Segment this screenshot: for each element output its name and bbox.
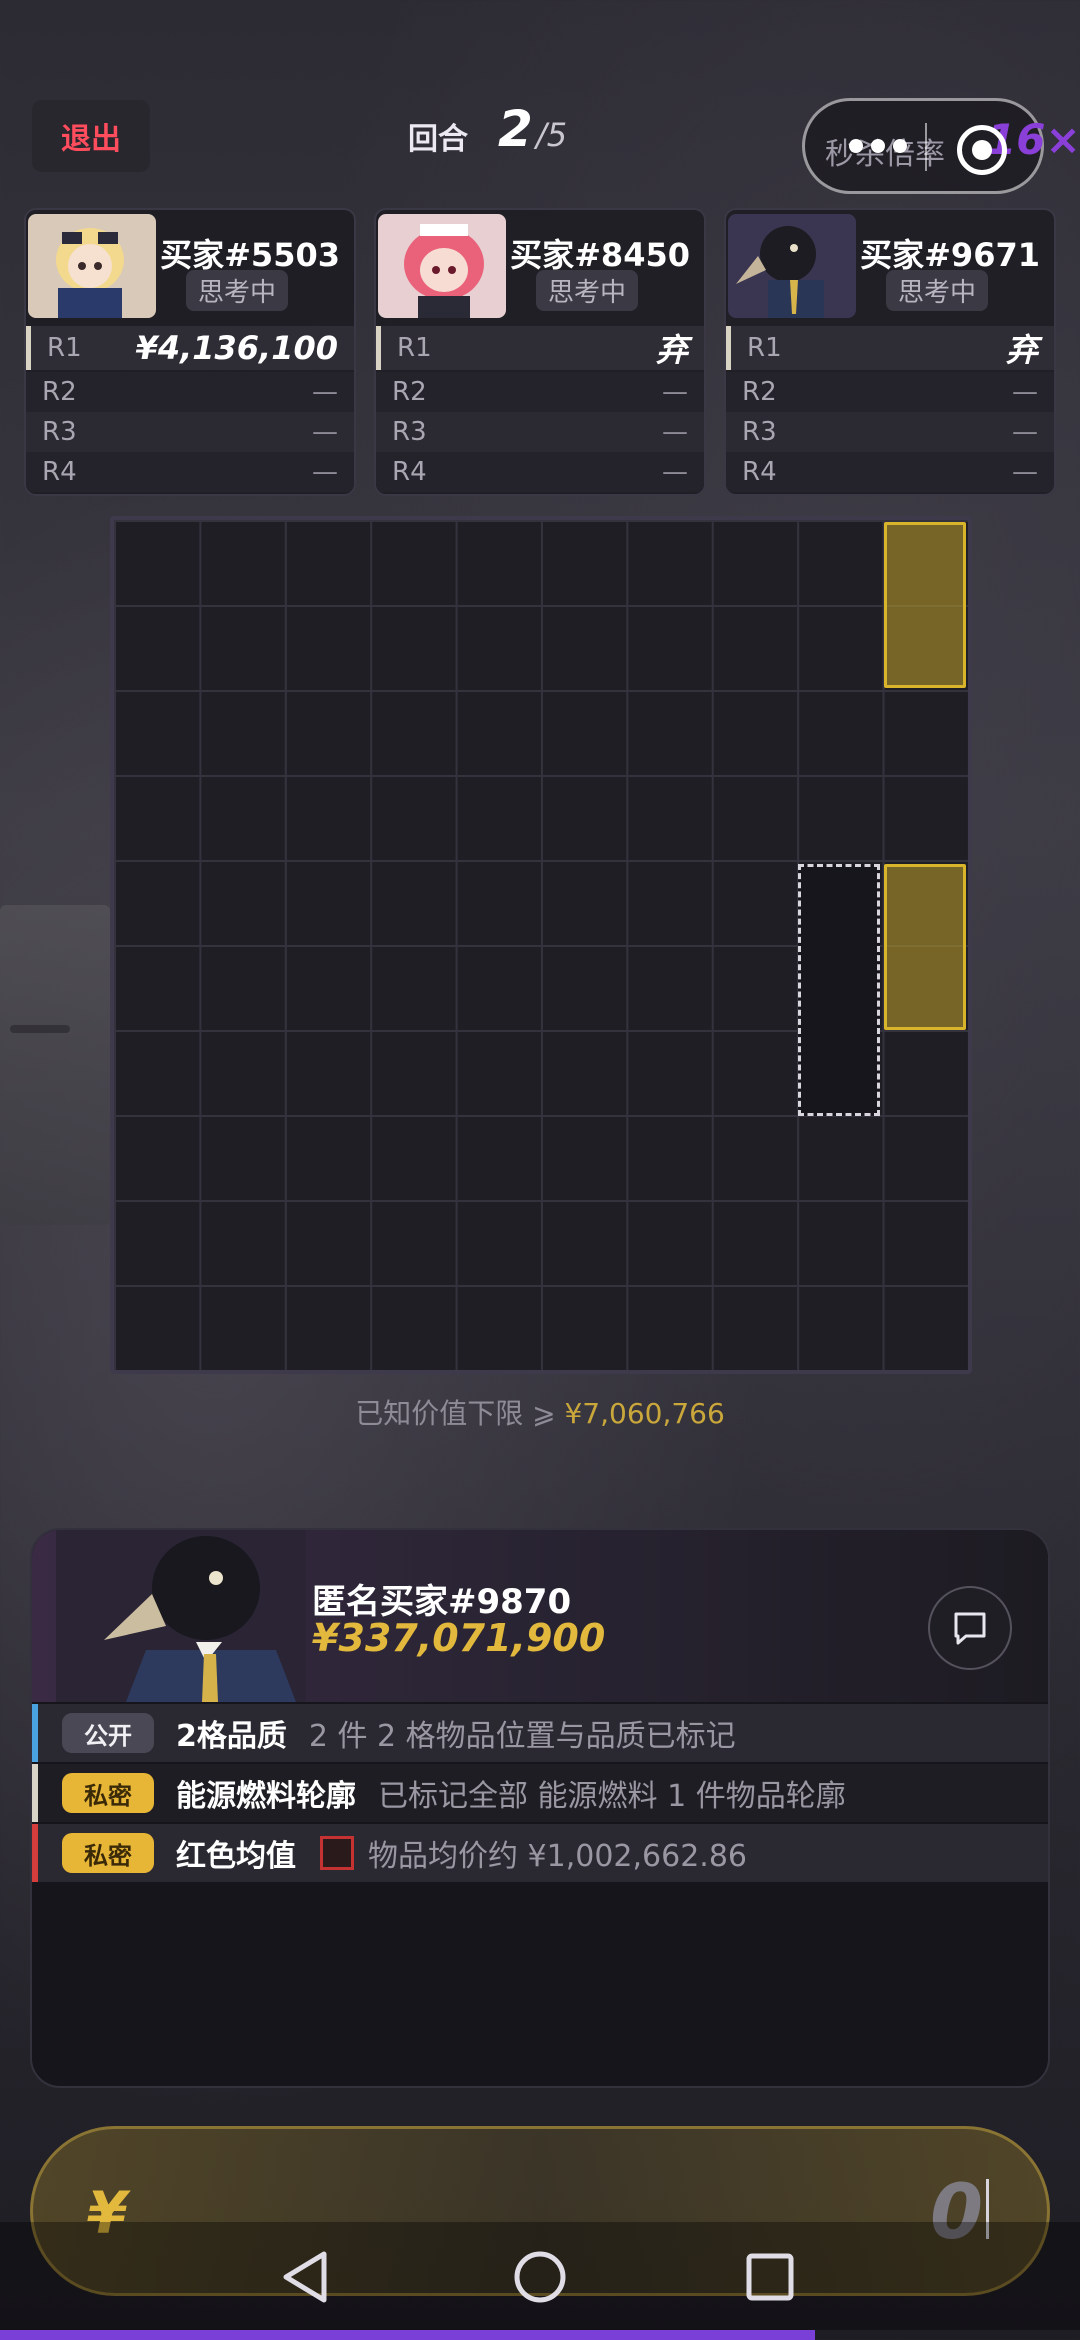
bid-row: R3 — [376, 412, 704, 452]
marked-item-gold[interactable] [884, 864, 966, 1030]
bid-value: 弃 [655, 331, 688, 369]
info-title: 2格品质 [176, 1719, 287, 1754]
badge-private: 私密 [62, 1773, 154, 1813]
exit-button[interactable]: 退出 [32, 100, 150, 172]
progress-strip [0, 2330, 815, 2340]
item-outline-dashed[interactable] [798, 864, 880, 1116]
round-total: /5 [536, 116, 568, 154]
round-tag: R3 [392, 417, 427, 447]
kill-rate-widget[interactable]: 秒杀倍率 16× [802, 98, 1080, 194]
bid-row: R2 — [376, 372, 704, 412]
round-tag: R2 [42, 377, 77, 407]
info-row-private: 私密 红色均值 物品均价约 ¥1,002,662.86 [32, 1824, 1048, 1882]
recent-apps-icon[interactable] [735, 2242, 805, 2312]
info-desc: 已标记全部 能源燃料 1 件物品轮廓 [378, 1779, 846, 1814]
chat-button[interactable] [928, 1586, 1012, 1670]
round-tag: R4 [42, 457, 77, 487]
bidder-card: 买家#5503 思考中 R1 ¥4,136,100 R2— R3— R4— [24, 208, 356, 496]
bidder-status: 思考中 [885, 270, 988, 311]
bid-row: R2 — [26, 372, 354, 412]
bid-row: R4 — [376, 452, 704, 492]
avatar-crow-businessman [56, 1530, 306, 1702]
bid-value: 弃 [1005, 331, 1038, 369]
bid-value: — [1012, 457, 1038, 487]
round-tag: R4 [392, 457, 427, 487]
bid-value: — [312, 417, 338, 447]
bid-row: R2 — [726, 372, 1054, 412]
kill-rate-divider [925, 123, 927, 171]
badge-private: 私密 [62, 1833, 154, 1873]
known-value-floor: 已知价值下限 ⩾ ¥7,060,766 [0, 1392, 1080, 1432]
bid-row: R1 弃 [726, 326, 1054, 370]
bidder-status: 思考中 [185, 270, 288, 311]
marked-item-gold[interactable] [884, 522, 966, 688]
bid-value: — [662, 377, 688, 407]
info-title: 红色均值 [176, 1839, 296, 1874]
bid-row: R4 — [726, 452, 1054, 492]
avatar-crow-businessman [728, 214, 856, 318]
round-tag: R2 [392, 377, 427, 407]
bid-row: R3 — [726, 412, 1054, 452]
bid-value: — [312, 377, 338, 407]
round-label: 回合 [408, 122, 468, 157]
known-value-amount: ¥7,060,766 [564, 1397, 725, 1430]
bid-value: — [662, 457, 688, 487]
bidder-card: 买家#9671 思考中 R1 弃 R2— R3— R4— [724, 208, 1056, 496]
round-tag: R1 [47, 333, 82, 363]
red-square-icon [320, 1836, 354, 1870]
round-tag: R4 [742, 457, 777, 487]
info-desc: 物品均价约 ¥1,002,662.86 [368, 1839, 748, 1874]
home-icon[interactable] [505, 2242, 575, 2312]
item-grid[interactable] [110, 516, 972, 1374]
round-tag: R1 [397, 333, 432, 363]
target-icon[interactable] [957, 125, 1007, 175]
bidder-card: 买家#8450 思考中 R1 弃 R2— R3— R4— [374, 208, 706, 496]
info-row-public: 公开 2格品质 2 件 2 格物品位置与品质已标记 [32, 1704, 1048, 1762]
bid-value: — [662, 417, 688, 447]
round-tag: R1 [747, 333, 782, 363]
system-nav-bar [0, 2222, 1080, 2330]
more-icon[interactable] [849, 139, 907, 153]
background-crate [0, 905, 110, 1225]
avatar-anime-girl-blonde [28, 214, 156, 318]
bid-value: — [1012, 417, 1038, 447]
player-panel: 匿名买家#9870 ¥337,071,900 公开 2格品质 2 件 2 格物品… [30, 1528, 1050, 2088]
round-tag: R2 [742, 377, 777, 407]
round-tag: R3 [42, 417, 77, 447]
bid-value: — [312, 457, 338, 487]
info-title: 能源燃料轮廓 [176, 1779, 356, 1814]
bid-row: R4 — [26, 452, 354, 492]
bid-value: ¥4,136,100 [135, 329, 338, 367]
bid-row: R1 弃 [376, 326, 704, 370]
chat-icon [954, 1612, 986, 1645]
player-balance: ¥337,071,900 [312, 1616, 606, 1660]
info-row-private: 私密 能源燃料轮廓 已标记全部 能源燃料 1 件物品轮廓 [32, 1764, 1048, 1822]
player-header: 匿名买家#9870 ¥337,071,900 [32, 1530, 1048, 1702]
known-value-label: 已知价值下限 ⩾ [355, 1397, 556, 1430]
bid-row: R1 ¥4,136,100 [26, 326, 354, 370]
badge-public: 公开 [62, 1713, 154, 1753]
bidder-status: 思考中 [535, 270, 638, 311]
bid-row: R3 — [26, 412, 354, 452]
back-icon[interactable] [272, 2242, 342, 2312]
round-current: 2 [498, 100, 533, 158]
round-tag: R3 [742, 417, 777, 447]
avatar-anime-girl-pink [378, 214, 506, 318]
bid-value: — [1012, 377, 1038, 407]
info-desc: 2 件 2 格物品位置与品质已标记 [308, 1719, 736, 1754]
